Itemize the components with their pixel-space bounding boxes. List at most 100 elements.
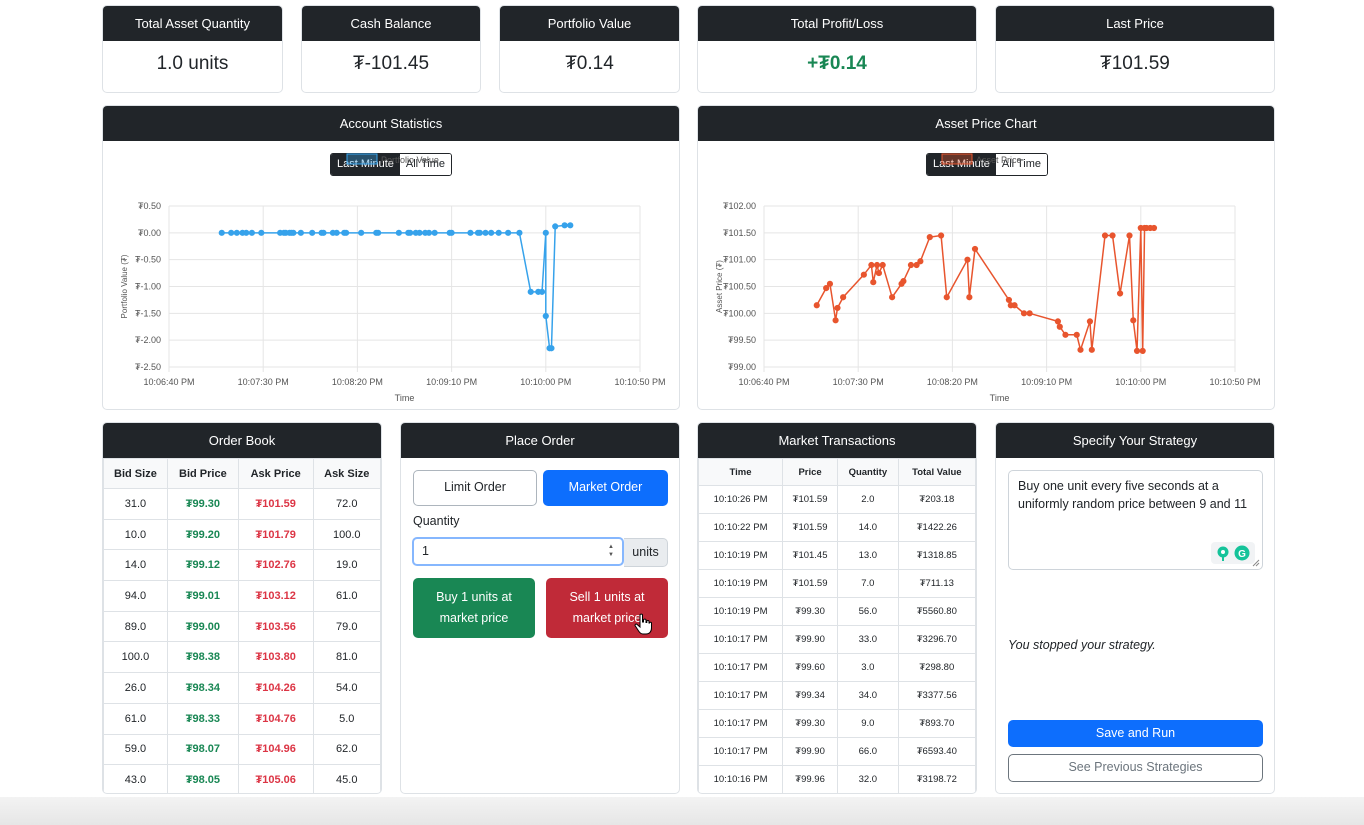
order-book-cell: 10.0: [103, 518, 168, 551]
data-point: [482, 229, 489, 236]
data-point: [375, 229, 382, 236]
x-tick-label: 10:10:00 PM: [520, 377, 571, 387]
order-book-row: 14.0 ₮99.12 ₮102.76 19.0: [103, 549, 381, 582]
order-book-cell: 14.0: [103, 549, 168, 582]
order-book-cell: ₮99.20: [166, 518, 239, 551]
data-point: [297, 229, 304, 236]
order-book-cell: 100.0: [103, 641, 168, 674]
order-book-cell: ₮103.56: [237, 610, 314, 643]
quantity-spinner-icon[interactable]: ▲ ▼: [608, 543, 614, 559]
data-point: [832, 317, 839, 324]
bottom-bar: [0, 797, 1364, 825]
market-order-button[interactable]: Market Order: [543, 470, 668, 506]
transactions-table: Time Price Quantity Total Value 10:10:26…: [698, 458, 976, 793]
stat-title: Last Price: [996, 6, 1274, 41]
card-title: Asset Price Chart: [698, 106, 1274, 141]
account-statistics-card: Account Statistics Last Minute All Time …: [102, 105, 680, 410]
strategy-card: Specify Your Strategy Buy one unit every…: [995, 422, 1275, 794]
x-tick-label: 10:10:00 PM: [1115, 377, 1166, 387]
data-point: [917, 258, 924, 265]
asset-price-chart: Asset Price ₮102.00 ₮101.50 ₮101.00 ₮100.50 ₮…: [715, 153, 1261, 403]
data-point: [875, 269, 883, 277]
transaction-cell: 10:10:26 PM: [698, 485, 784, 514]
column-header: Bid Price: [166, 458, 239, 489]
x-tick-label: 10:07:30 PM: [238, 377, 289, 387]
x-axis-label: Time: [395, 393, 415, 403]
stat-title: Cash Balance: [302, 6, 480, 41]
stat-card-cash-balance: Cash Balance ₮-101.45: [301, 5, 481, 93]
transaction-cell: 10:10:16 PM: [698, 765, 784, 793]
transaction-cell: 34.0: [837, 681, 899, 710]
data-point: [823, 285, 830, 292]
order-book-cell: ₮98.05: [166, 764, 239, 793]
data-point: [860, 271, 867, 278]
order-book-cell: 61.0: [103, 702, 168, 735]
data-point: [1133, 347, 1141, 354]
order-book-cell: ₮103.12: [237, 580, 314, 612]
transaction-cell: ₮101.45: [782, 541, 839, 570]
data-point: [889, 294, 896, 301]
stat-value: ₮0.14: [565, 53, 614, 74]
data-point: [416, 229, 423, 236]
data-point: [1126, 232, 1133, 239]
data-point: [228, 229, 235, 236]
x-axis-label: Time: [990, 393, 1010, 403]
stat-card-profit-loss: Total Profit/Loss +₮0.14: [697, 5, 977, 93]
data-point: [1026, 310, 1033, 317]
y-tick-label: ₮-0.50: [135, 255, 161, 265]
order-book-cell: 5.0: [312, 702, 381, 735]
column-header: Quantity: [837, 458, 899, 486]
order-book-cell: 62.0: [312, 733, 381, 766]
x-tick-label: 10:08:20 PM: [927, 377, 978, 387]
data-point: [964, 256, 971, 263]
grammarly-icon[interactable]: G: [1211, 542, 1255, 564]
y-tick-label: ₮0.50: [138, 201, 161, 211]
stat-card-asset-quantity: Total Asset Quantity 1.0 units: [102, 5, 283, 93]
quantity-input[interactable]: 1 ▲ ▼: [412, 537, 624, 566]
data-point: [309, 229, 316, 236]
resize-handle-icon[interactable]: [1252, 559, 1260, 567]
save-and-run-button[interactable]: Save and Run: [1008, 720, 1263, 747]
data-point: [900, 278, 907, 285]
data-point: [527, 288, 534, 295]
order-book-row: 89.0 ₮99.00 ₮103.56 79.0: [103, 610, 381, 643]
buy-label-line1: Buy 1 units at: [436, 590, 512, 604]
limit-order-button[interactable]: Limit Order: [413, 470, 537, 506]
order-book-cell: 89.0: [103, 610, 168, 643]
data-point: [926, 234, 933, 241]
order-book-row: 31.0 ₮99.30 ₮101.59 72.0: [103, 488, 381, 520]
order-book-cell: ₮98.33: [166, 702, 239, 735]
order-book-cell: 72.0: [312, 488, 381, 520]
order-book-cell: 81.0: [312, 641, 381, 674]
strategy-status: You stopped your strategy.: [1008, 638, 1156, 652]
data-point: [358, 229, 365, 236]
transaction-row: 10:10:19 PM ₮99.30 56.0 ₮5560.80: [698, 597, 976, 626]
quantity-label: Quantity: [413, 514, 460, 528]
place-order-card: Place Order Limit Order Market Order Qua…: [400, 422, 680, 794]
order-book-cell: 59.0: [103, 733, 168, 766]
transaction-row: 10:10:17 PM ₮99.60 3.0 ₮298.80: [698, 653, 976, 682]
buy-market-button[interactable]: Buy 1 units at market price: [413, 578, 535, 638]
y-tick-label: ₮99.00: [728, 362, 756, 372]
data-point: [431, 229, 438, 236]
data-point: [542, 229, 549, 236]
transaction-cell: ₮99.96: [782, 765, 839, 793]
order-book-cell: ₮103.80: [237, 641, 314, 674]
data-point: [873, 261, 881, 269]
strategy-textarea[interactable]: Buy one unit every five seconds at a uni…: [1008, 470, 1263, 570]
x-tick-label: 10:09:10 PM: [1021, 377, 1072, 387]
column-header: Total Value: [897, 458, 976, 486]
stat-value: ₮101.59: [1100, 53, 1170, 74]
order-book-cell: ₮104.96: [237, 733, 314, 766]
data-point: [516, 229, 523, 236]
transaction-cell: 10:10:19 PM: [698, 541, 784, 570]
data-point: [448, 229, 455, 236]
data-point: [1077, 346, 1084, 353]
transaction-cell: 10:10:19 PM: [698, 597, 784, 626]
data-point: [476, 229, 483, 236]
market-transactions-card: Market Transactions Time Price Quantity …: [697, 422, 977, 794]
previous-strategies-button[interactable]: See Previous Strategies: [1008, 754, 1263, 782]
data-point: [870, 279, 877, 286]
order-book-cell: ₮98.07: [166, 733, 239, 766]
data-point: [1130, 317, 1137, 324]
